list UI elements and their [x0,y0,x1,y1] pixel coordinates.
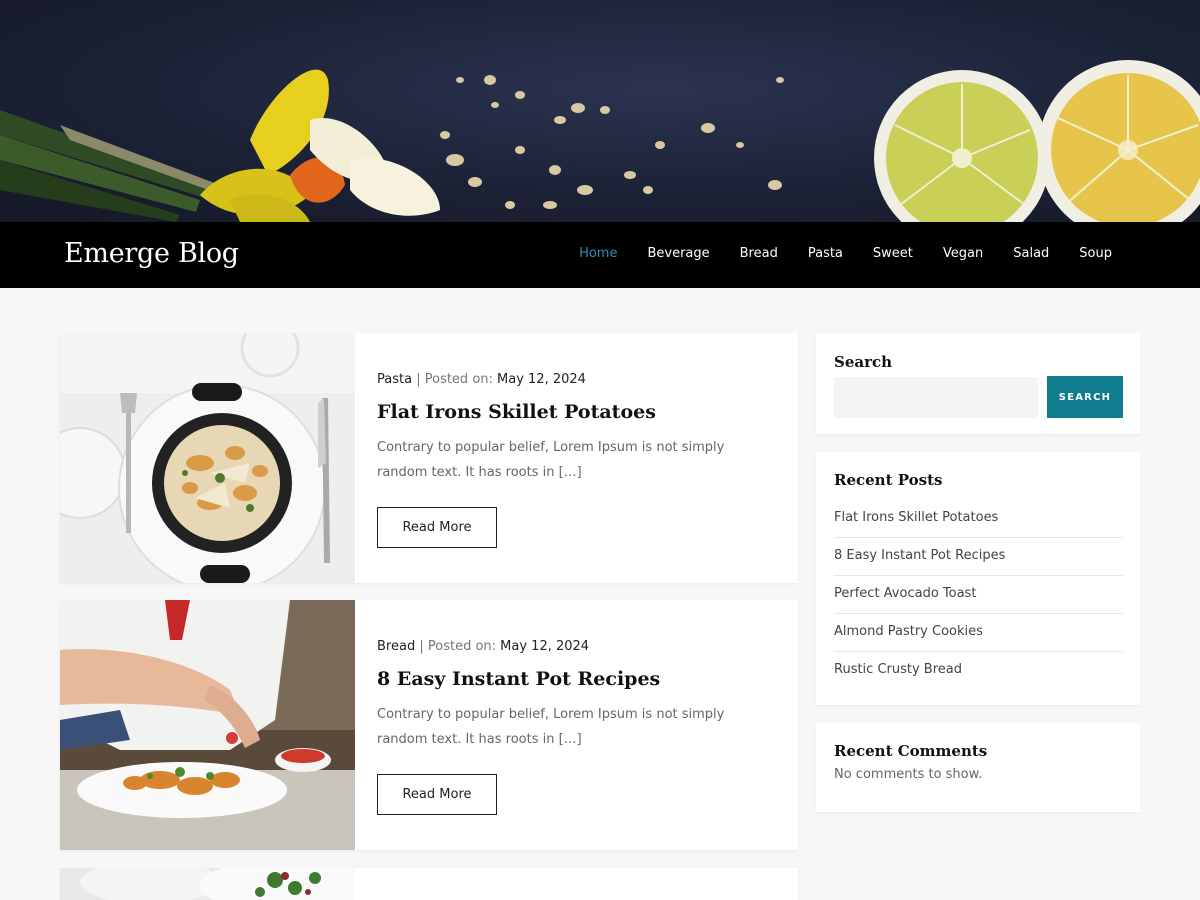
read-more-button[interactable]: Read More [377,774,497,815]
meta-separator: | [419,639,424,654]
recent-post-link[interactable]: Almond Pastry Cookies [834,614,1123,652]
post-card [60,868,798,900]
posted-on-label: Posted on: [424,372,493,387]
recent-post-link[interactable]: Rustic Crusty Bread [834,652,1123,690]
recent-posts-list: Flat Irons Skillet Potatoes 8 Easy Insta… [834,500,1123,690]
post-card: Bread | Posted on: May 12, 2024 8 Easy I… [60,600,798,850]
recent-comments-widget: Recent Comments No comments to show. [816,723,1140,812]
no-comments-text: No comments to show. [834,767,983,782]
post-content: Bread | Posted on: May 12, 2024 8 Easy I… [377,638,777,815]
post-meta: Pasta | Posted on: May 12, 2024 [377,371,777,389]
nav-item-sweet[interactable]: Sweet [858,244,928,264]
site-header: Emerge Blog Home Beverage Bread Pasta Sw… [0,222,1200,288]
post-excerpt: Contrary to popular belief, Lorem Ipsum … [377,440,725,480]
post-title[interactable]: Flat Irons Skillet Potatoes [377,399,777,425]
nav-item-pasta[interactable]: Pasta [793,244,858,264]
hero-food-illustration [0,60,1200,222]
search-button[interactable]: SEARCH [1047,376,1123,418]
hero-banner-image [0,0,1200,222]
nav-item-vegan[interactable]: Vegan [928,244,998,264]
post-thumbnail[interactable] [60,333,355,583]
post-meta: Bread | Posted on: May 12, 2024 [377,638,777,656]
post-thumbnail[interactable] [60,600,355,850]
salad-image [60,868,355,900]
recent-post-link[interactable]: Flat Irons Skillet Potatoes [834,500,1123,538]
recent-posts-title: Recent Posts [834,471,943,489]
post-thumbnail[interactable] [60,868,355,900]
main-navigation: Home Beverage Bread Pasta Sweet Vegan Sa… [564,244,1127,264]
post-category-link[interactable]: Bread [377,639,415,654]
posted-on-label: Posted on: [427,639,497,654]
nav-item-soup[interactable]: Soup [1064,244,1127,264]
post-category-link[interactable]: Pasta [377,372,412,387]
recent-comments-title: Recent Comments [834,742,988,760]
chef-plating-image [60,600,355,850]
nav-item-salad[interactable]: Salad [998,244,1064,264]
skillet-potatoes-image [60,333,355,583]
post-title[interactable]: 8 Easy Instant Pot Recipes [377,666,777,692]
post-date[interactable]: May 12, 2024 [500,639,589,654]
search-widget: Search SEARCH [816,333,1140,434]
recent-posts-widget: Recent Posts Flat Irons Skillet Potatoes… [816,452,1140,705]
search-widget-title: Search [834,353,893,371]
search-input[interactable] [834,377,1038,418]
meta-separator: | [416,372,421,387]
post-excerpt: Contrary to popular belief, Lorem Ipsum … [377,707,725,747]
read-more-button[interactable]: Read More [377,507,497,548]
post-date[interactable]: May 12, 2024 [497,372,586,387]
nav-item-beverage[interactable]: Beverage [632,244,724,264]
post-card: Pasta | Posted on: May 12, 2024 Flat Iro… [60,333,798,583]
post-content: Pasta | Posted on: May 12, 2024 Flat Iro… [377,371,777,548]
site-title[interactable]: Emerge Blog [64,236,239,272]
recent-post-link[interactable]: Perfect Avocado Toast [834,576,1123,614]
recent-post-link[interactable]: 8 Easy Instant Pot Recipes [834,538,1123,576]
nav-item-home[interactable]: Home [564,244,632,264]
nav-item-bread[interactable]: Bread [725,244,793,264]
